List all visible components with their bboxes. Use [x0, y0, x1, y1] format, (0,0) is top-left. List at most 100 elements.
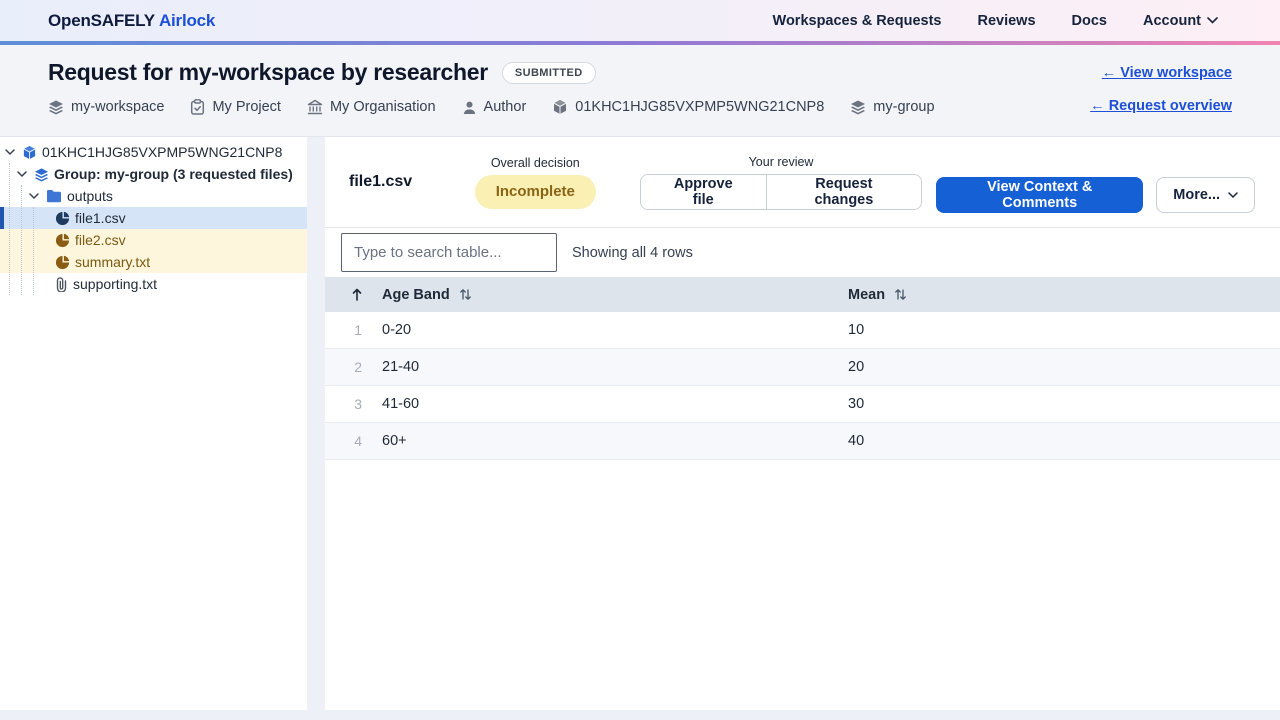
row-number: 3: [354, 396, 362, 412]
review-button-group: Approve file Request changes: [639, 173, 923, 210]
meta-author-label: Author: [483, 99, 527, 115]
top-nav: Workspaces & Requests Reviews Docs Accou…: [773, 13, 1218, 29]
nav-account-menu[interactable]: Account: [1143, 13, 1218, 29]
nav-workspaces-requests[interactable]: Workspaces & Requests: [773, 13, 942, 29]
tree-guide-line: [21, 185, 22, 295]
page-title: Request for my-workspace by researcher: [48, 59, 488, 85]
meta-request-id: 01KHC1HJG85VXPMP5WNG21CNP8: [552, 99, 824, 115]
table-header-row: Age Band Mean: [325, 277, 1280, 312]
meta-project: My Project: [190, 99, 281, 115]
table-row: 1 0-20 10: [325, 312, 1280, 349]
row-number: 4: [354, 433, 362, 449]
cell-age-band: 21-40: [382, 359, 420, 375]
tree-guide-line: [33, 207, 34, 295]
your-review: Your review Approve file Request changes: [639, 154, 923, 210]
chevron-down-icon[interactable]: [27, 192, 41, 200]
package-icon: [23, 145, 36, 159]
logo-primary: OpenSAFELY: [48, 10, 155, 30]
row-number: 2: [354, 359, 362, 375]
chevron-down-icon[interactable]: [15, 170, 29, 178]
meta-group-label: my-group: [873, 99, 935, 115]
tree-item-file2-csv[interactable]: file2.csv: [0, 229, 307, 251]
search-input[interactable]: [341, 233, 557, 272]
panel-divider: [307, 137, 325, 710]
tree-item-outputs-folder[interactable]: outputs: [0, 185, 307, 207]
tree-item-supporting-txt[interactable]: supporting.txt: [0, 273, 307, 295]
chevron-down-icon: [1207, 17, 1218, 24]
clipboard-icon: [191, 99, 205, 115]
request-overview-link[interactable]: ← Request overview: [1090, 98, 1232, 114]
app-logo[interactable]: OpenSAFELY Airlock: [48, 11, 215, 31]
approve-file-button[interactable]: Approve file: [640, 174, 766, 209]
nav-docs[interactable]: Docs: [1072, 13, 1107, 29]
overall-decision-label: Overall decision: [490, 155, 580, 170]
meta-organisation-label: My Organisation: [329, 99, 436, 115]
folder-icon: [47, 190, 61, 203]
user-icon: [463, 101, 475, 114]
chart-file-icon: [55, 233, 70, 247]
request-changes-button[interactable]: Request changes: [765, 174, 922, 209]
table-row: 4 60+ 40: [325, 423, 1280, 460]
cell-age-band: 0-20: [382, 322, 412, 338]
request-meta: my-workspace My Project My Organisation …: [48, 99, 1232, 115]
sort-toggle-icon: [895, 289, 906, 300]
table-row: 2 21-40 20: [325, 349, 1280, 386]
top-header: OpenSAFELY Airlock Workspaces & Requests …: [0, 0, 1280, 41]
meta-workspace-label: my-workspace: [71, 99, 165, 115]
overall-decision: Overall decision Incomplete: [474, 155, 596, 209]
tree-item-label: file2.csv: [75, 232, 126, 248]
chevron-down-icon: [1228, 191, 1238, 198]
column-header-age-band[interactable]: Age Band: [370, 287, 838, 303]
table-body: 1 0-20 10 2 21-40 20 3 41-60 30 4 60+ 40: [325, 312, 1280, 460]
row-number: 1: [354, 322, 362, 338]
file-view-header: file1.csv Overall decision Incomplete Yo…: [325, 137, 1280, 228]
cell-mean: 30: [848, 396, 865, 412]
file-view-panel: file1.csv Overall decision Incomplete Yo…: [325, 137, 1280, 710]
tree-item-file1-csv[interactable]: file1.csv: [0, 207, 307, 229]
meta-group: my-group: [850, 99, 935, 115]
tree-item-label: supporting.txt: [73, 276, 158, 292]
row-count-text: Showing all 4 rows: [572, 244, 693, 261]
chart-file-icon: [55, 211, 70, 225]
view-context-comments-button[interactable]: View Context & Comments: [936, 177, 1144, 213]
organisation-icon: [307, 99, 323, 115]
tree-item-group[interactable]: Group: my-group (3 requested files): [0, 163, 307, 185]
paperclip-icon: [56, 276, 67, 292]
chart-file-icon: [55, 255, 70, 269]
table-toolbar: Showing all 4 rows: [325, 228, 1280, 277]
cell-mean: 10: [848, 322, 865, 338]
your-review-label: Your review: [748, 154, 814, 169]
more-menu-button[interactable]: More...: [1156, 177, 1256, 213]
file-tree: 01KHC1HJG85VXPMP5WNG21CNP8 Group: my-gro…: [0, 137, 307, 710]
file-name: file1.csv: [349, 173, 413, 190]
meta-project-label: My Project: [212, 99, 281, 115]
tree-item-label: summary.txt: [75, 254, 151, 270]
more-menu-label: More...: [1173, 187, 1221, 203]
tree-item-label: Group: my-group (3 requested files): [54, 166, 293, 182]
nav-account-label: Account: [1143, 12, 1201, 29]
sort-toggle-icon: [459, 289, 471, 300]
data-table: Age Band Mean 1 0-20 10 2 21-40 20 3 41-…: [325, 277, 1280, 460]
view-workspace-link[interactable]: ← View workspace: [1102, 65, 1232, 81]
tree-item-label: outputs: [67, 188, 113, 204]
meta-organisation: My Organisation: [307, 99, 436, 115]
logo-secondary: Airlock: [158, 10, 216, 30]
request-links: ← View workspace ← Request overview: [1090, 65, 1232, 114]
nav-reviews[interactable]: Reviews: [977, 13, 1035, 29]
row-number-column-header[interactable]: [325, 288, 370, 301]
tree-item-request-root[interactable]: 01KHC1HJG85VXPMP5WNG21CNP8: [0, 141, 307, 163]
meta-request-id-label: 01KHC1HJG85VXPMP5WNG21CNP8: [575, 99, 825, 115]
chevron-down-icon[interactable]: [3, 148, 17, 156]
cell-mean: 40: [848, 433, 865, 449]
tree-item-label: 01KHC1HJG85VXPMP5WNG21CNP8: [42, 144, 283, 160]
tree-guide-line: [9, 163, 10, 295]
column-header-mean[interactable]: Mean: [838, 287, 1280, 303]
status-badge: SUBMITTED: [501, 61, 596, 84]
package-icon: [554, 100, 567, 114]
column-header-label: Mean: [848, 286, 886, 303]
layers-icon: [49, 100, 63, 115]
layers-icon: [851, 100, 866, 115]
cell-mean: 20: [848, 359, 865, 375]
decision-status-badge: Incomplete: [474, 174, 596, 209]
tree-item-summary-txt[interactable]: summary.txt: [0, 251, 307, 273]
